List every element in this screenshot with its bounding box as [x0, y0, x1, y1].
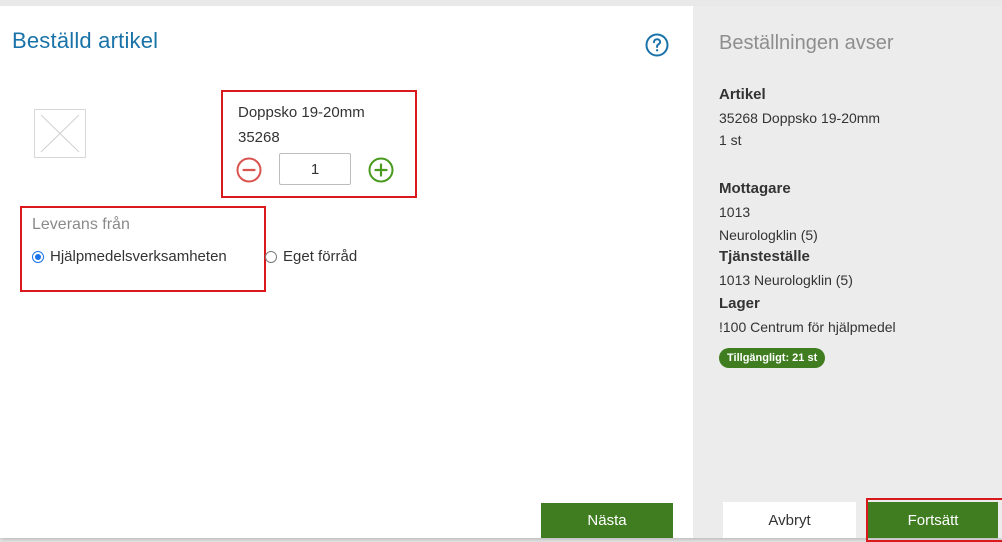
next-button[interactable]: Nästa: [541, 503, 673, 538]
stock-heading: Lager: [719, 295, 760, 312]
decrease-quantity-button[interactable]: [236, 157, 262, 183]
summary-title: Beställningen avser: [719, 32, 894, 54]
radio-button-checked[interactable]: [32, 250, 44, 263]
continue-button[interactable]: Fortsätt: [868, 502, 998, 538]
recipient-heading: Mottagare: [719, 180, 791, 197]
cancel-button[interactable]: Avbryt: [723, 502, 856, 538]
delivery-from-label: Leverans från: [32, 216, 130, 233]
order-dialog: Beställd artikel Doppsko 19-20mm 35268 L…: [0, 0, 1002, 542]
quantity-input[interactable]: [279, 153, 351, 185]
panel-title: Beställd artikel: [12, 28, 159, 53]
delivery-option-label: Eget förråd: [283, 248, 358, 265]
availability-badge: Tillgängligt: 21 st: [719, 348, 826, 368]
delivery-option-eget-forrad[interactable]: Eget förråd: [265, 248, 357, 265]
article-image-placeholder: [34, 109, 86, 158]
delivery-option-hjalpmedel[interactable]: Hjälpmedelsverksamheten: [32, 248, 227, 265]
article-quantity-summary: 1 st: [719, 132, 742, 148]
image-placeholder-icon: [40, 114, 80, 153]
article-summary-line: 35268 Doppsko 19-20mm: [719, 110, 881, 126]
stock-value: !100 Centrum för hjälpmedel: [719, 319, 896, 335]
service-location-value: 1013 Neurologklin (5): [719, 272, 853, 288]
help-circle-icon[interactable]: [645, 33, 669, 57]
delivery-option-label: Hjälpmedelsverksamheten: [50, 248, 227, 265]
recipient-name: Neurologklin (5): [719, 227, 818, 243]
article-heading: Artikel: [719, 86, 766, 103]
service-location-heading: Tjänsteställe: [719, 248, 810, 265]
recipient-code: 1013: [719, 204, 751, 220]
increase-quantity-button[interactable]: [368, 157, 394, 183]
radio-button-unchecked[interactable]: [265, 250, 277, 263]
article-name: Doppsko 19-20mm: [238, 104, 365, 121]
article-number: 35268: [238, 129, 280, 146]
